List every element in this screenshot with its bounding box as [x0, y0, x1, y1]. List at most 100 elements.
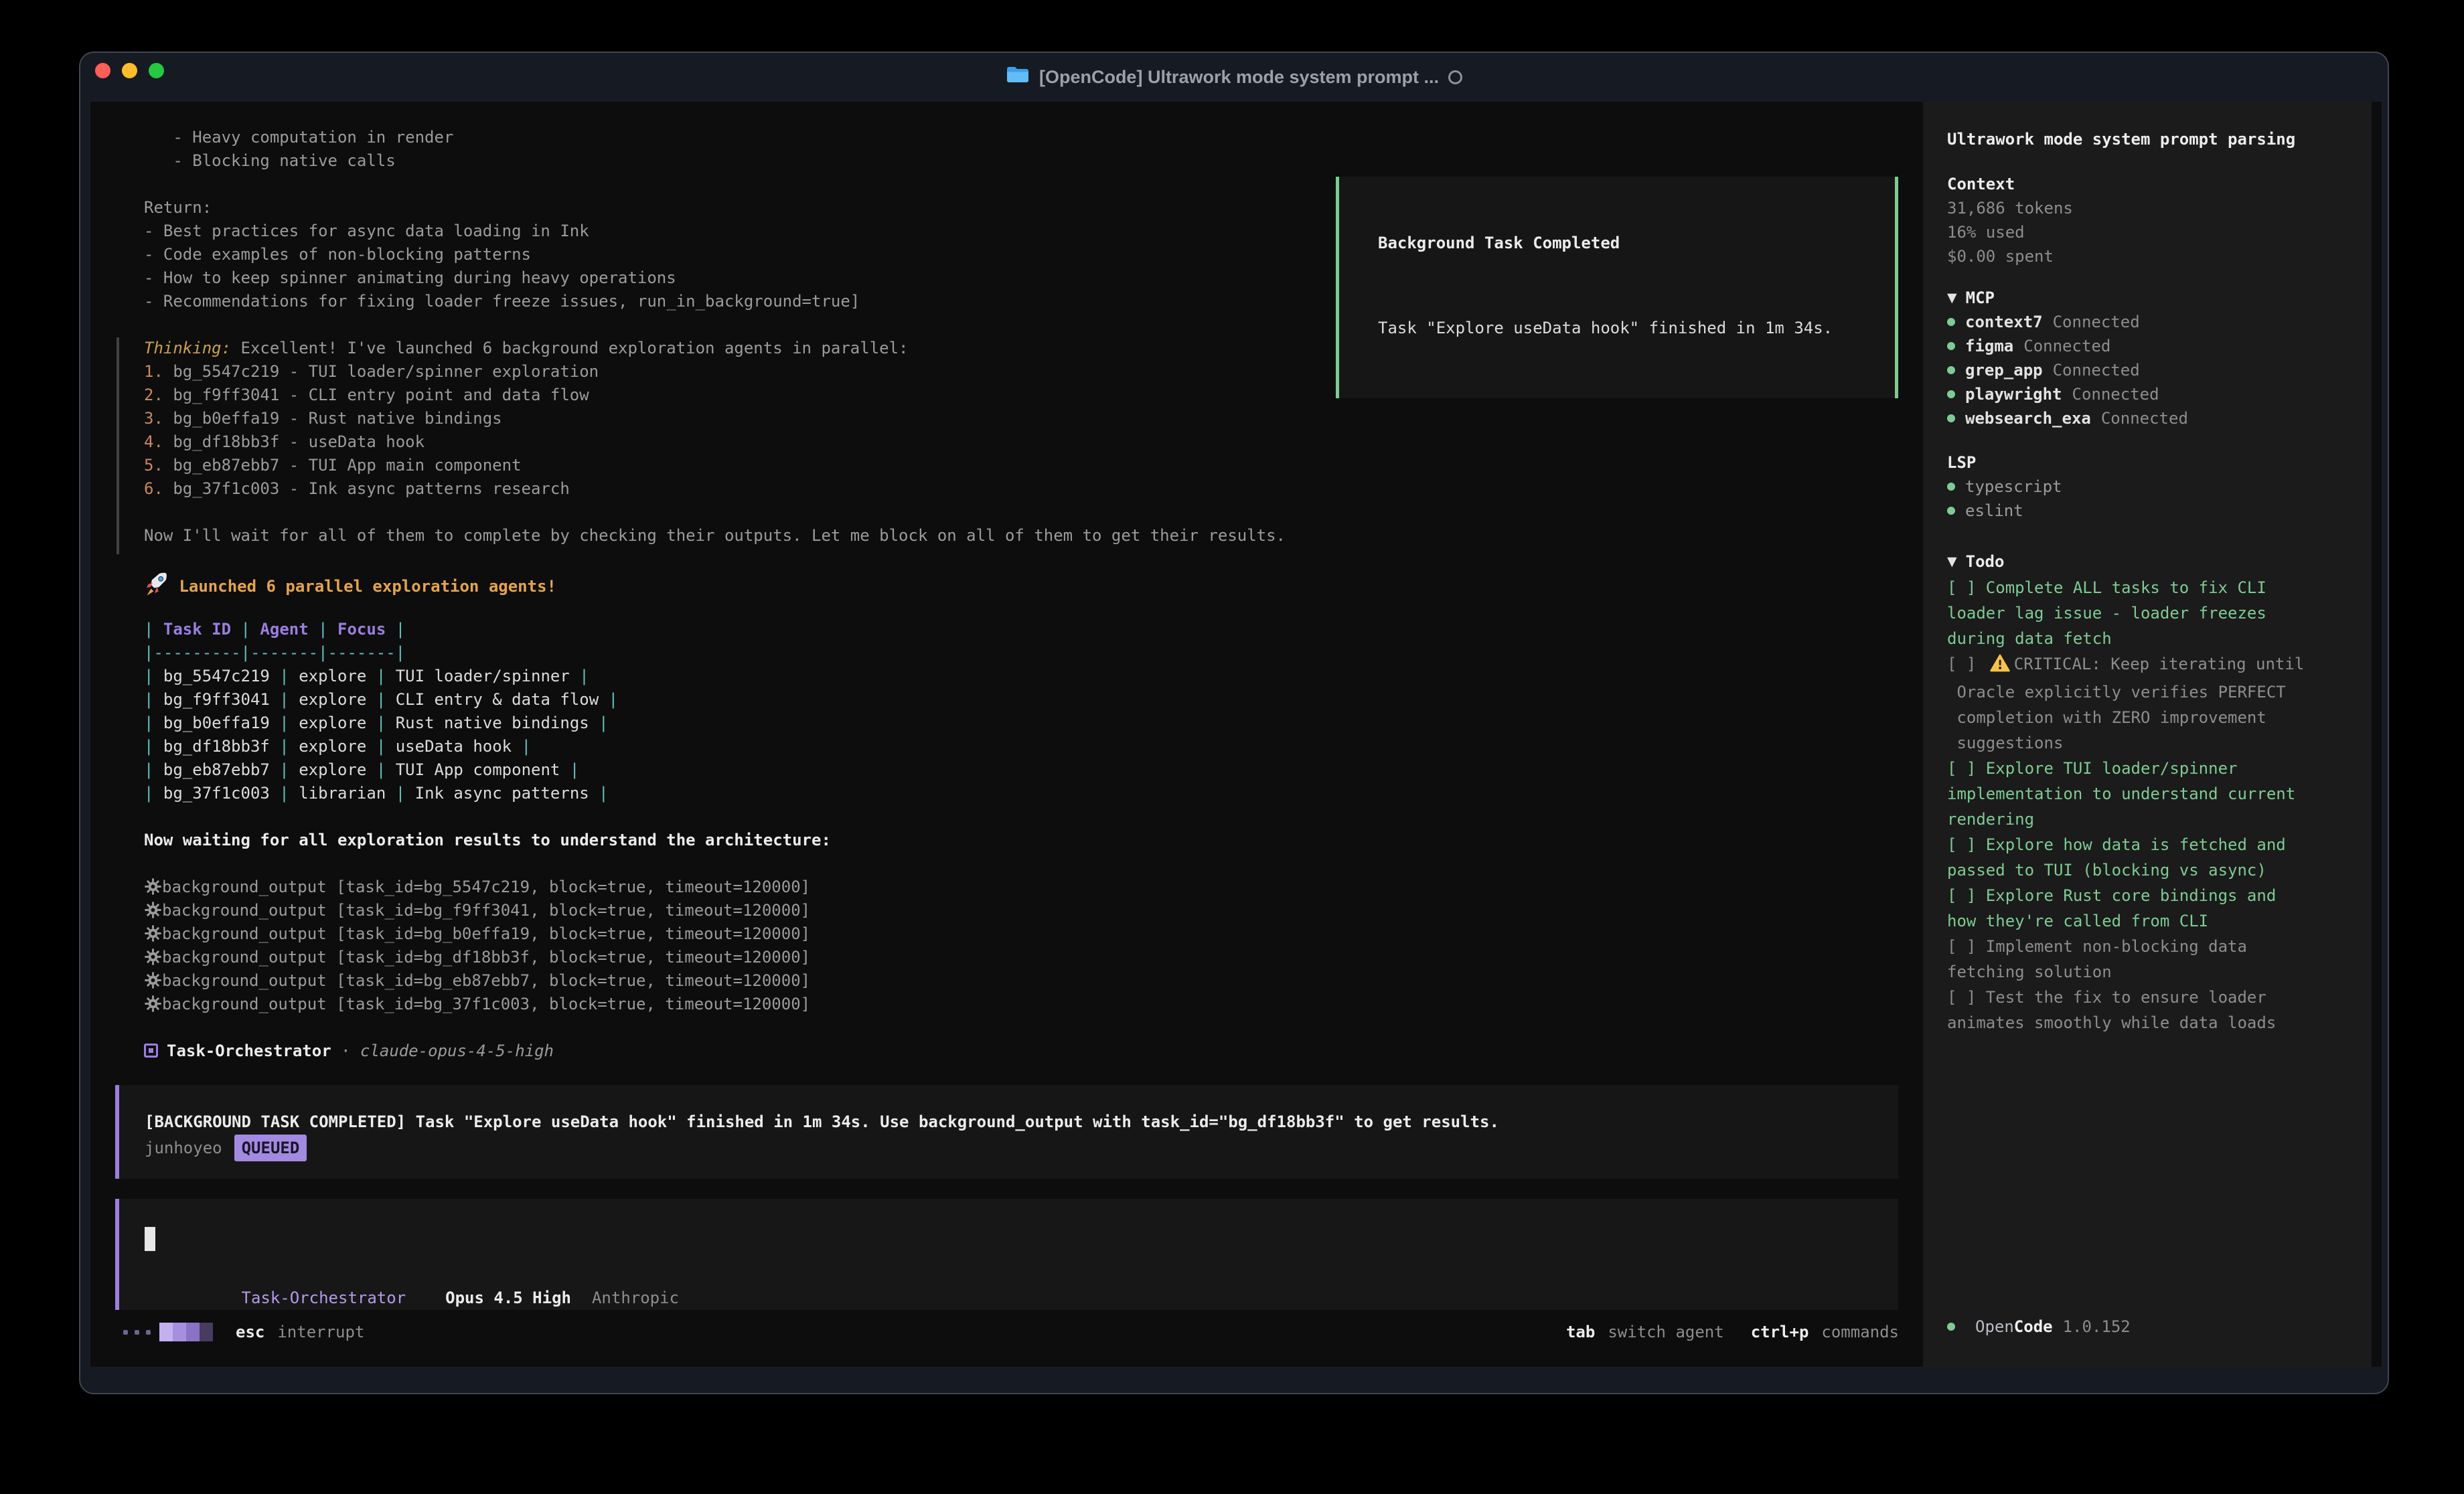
- status-dot-icon: [1947, 1323, 1955, 1331]
- text-segment: bg_df18bb3f: [163, 737, 270, 756]
- todo-line: during data fetch: [1947, 626, 2347, 651]
- warning-icon: [1990, 654, 2010, 679]
- terminal-line: 2. bg_f9ff3041 - CLI entry point and dat…: [144, 384, 589, 407]
- terminal-line: background_output [task_id=bg_37f1c003, …: [144, 993, 810, 1016]
- text-segment: 5.: [144, 456, 163, 475]
- connected-dot-icon: [1947, 507, 1955, 515]
- text-segment: |: [144, 714, 163, 732]
- text-segment: |: [270, 667, 299, 685]
- mcp-heading[interactable]: ▼MCP: [1947, 286, 2347, 310]
- text-segment: bg_5547c219 - TUI loader/spinner explora…: [163, 362, 599, 381]
- esc-key-hint: esc: [236, 1323, 264, 1341]
- text-segment: TUI loader/spinner: [396, 667, 570, 685]
- text-segment: - Code examples of non-blocking patterns: [144, 245, 531, 264]
- minimize-button[interactable]: [122, 63, 137, 78]
- text-segment: |: [309, 620, 337, 639]
- text-segment: background_output [task_id=bg_eb87ebb7, …: [162, 971, 810, 990]
- text-segment: Task ID: [163, 620, 231, 639]
- app-version: 1.0.152: [2063, 1317, 2131, 1336]
- lsp-name: eslint: [1965, 499, 2023, 523]
- brand-open: Open: [1975, 1317, 2014, 1336]
- close-button[interactable]: [95, 63, 110, 78]
- context-stat: 31,686 tokens: [1947, 196, 2347, 220]
- spinner-block: [173, 1323, 186, 1341]
- terminal-pane: - Heavy computation in render - Blocking…: [90, 102, 1923, 1367]
- app-window: [OpenCode] Ultrawork mode system prompt …: [79, 52, 2389, 1394]
- text-segment: bg_37f1c003 - Ink async patterns researc…: [163, 479, 570, 498]
- todo-line: rendering: [1947, 807, 2347, 832]
- text-segment: |: [599, 690, 618, 709]
- text-segment: - Heavy computation in render: [144, 128, 453, 147]
- chevron-down-icon: ▼: [1947, 550, 1957, 574]
- terminal-line: | bg_eb87ebb7 | explore | TUI App compon…: [144, 758, 579, 782]
- mcp-item: playwrightConnected: [1947, 382, 2347, 406]
- connected-dot-icon: [1947, 318, 1955, 326]
- todo-heading[interactable]: ▼Todo: [1947, 550, 2347, 574]
- background-task-toast: Background Task Completed Task "Explore …: [1336, 177, 1898, 398]
- todo-section: ▼Todo [ ] Complete ALL tasks to fix CLIl…: [1947, 550, 2347, 1035]
- lsp-items: typescripteslint: [1947, 475, 2347, 523]
- status-left: esc interrupt: [123, 1313, 364, 1351]
- text-segment: 2.: [144, 386, 163, 404]
- terminal-line: - Best practices for async data loading …: [144, 220, 589, 243]
- text-segment: 3.: [144, 409, 163, 428]
- todo-line: [ ] Complete ALL tasks to fix CLI: [1947, 575, 2347, 600]
- context-stat: $0.00 spent: [1947, 244, 2347, 268]
- terminal-line: - Code examples of non-blocking patterns: [144, 243, 531, 266]
- lsp-section: LSP typescripteslint: [1947, 450, 2347, 523]
- thinking-block-bar: [117, 337, 119, 554]
- tab-key-label: switch agent: [1608, 1323, 1723, 1341]
- text-segment: explore: [299, 760, 366, 779]
- terminal-line: 1. bg_5547c219 - TUI loader/spinner expl…: [144, 360, 599, 384]
- text-segment: |: [270, 737, 299, 756]
- mcp-status: Connected: [2023, 334, 2110, 358]
- text-segment: |: [570, 667, 589, 685]
- context-stat: 16% used: [1947, 220, 2347, 244]
- toast-body: Task "Explore useData hook" finished in …: [1378, 317, 1895, 340]
- text-segment: Ink async patterns: [415, 784, 589, 803]
- text-segment: background_output [task_id=bg_b0effa19, …: [162, 924, 810, 943]
- text-segment: explore: [299, 690, 366, 709]
- text-segment: |: [270, 760, 299, 779]
- text-segment: 4.: [144, 432, 163, 451]
- text-segment: bg_eb87ebb7: [163, 760, 270, 779]
- todo-line: [ ] Implement non-blocking data: [1947, 934, 2347, 959]
- terminal-line: Launched 6 parallel exploration agents!: [144, 571, 556, 594]
- terminal-line: | bg_37f1c003 | librarian | Ink async pa…: [144, 782, 609, 805]
- terminal-line: | bg_b0effa19 | explore | Rust native bi…: [144, 712, 609, 735]
- text-segment: Now I'll wait for all of them to complet…: [144, 526, 1286, 545]
- zoom-button[interactable]: [149, 63, 164, 78]
- terminal-line: 5. bg_eb87ebb7 - TUI App main component: [144, 454, 522, 477]
- terminal-line: 6. bg_37f1c003 - Ink async patterns rese…: [144, 477, 570, 501]
- todo-line: [ ] CRITICAL: Keep iterating until: [1947, 651, 2347, 679]
- ctrlp-key-hint: ctrl+p: [1751, 1323, 1809, 1341]
- mcp-item: figmaConnected: [1947, 334, 2347, 358]
- terminal-line: 3. bg_b0effa19 - Rust native bindings: [144, 407, 502, 430]
- toast-title: Background Task Completed: [1378, 232, 1895, 255]
- mcp-item: websearch_exaConnected: [1947, 406, 2347, 430]
- text-segment: |: [144, 667, 163, 685]
- todo-line: loader lag issue - loader freezes: [1947, 600, 2347, 626]
- lsp-name: typescript: [1965, 475, 2062, 499]
- text-segment: bg_df18bb3f - useData hook: [163, 432, 425, 451]
- text-segment: 6.: [144, 479, 163, 498]
- queued-message-text: [BACKGROUND TASK COMPLETED] Task "Explor…: [145, 1109, 1898, 1135]
- terminal-line: 4. bg_df18bb3f - useData hook: [144, 430, 425, 454]
- text-segment: background_output [task_id=bg_5547c219, …: [162, 878, 810, 896]
- ctrlp-key-label: commands: [1821, 1323, 1899, 1341]
- todo-line: implementation to understand current: [1947, 781, 2347, 807]
- title-bar[interactable]: [OpenCode] Ultrawork mode system prompt …: [80, 53, 2388, 102]
- terminal-line: background_output [task_id=bg_b0effa19, …: [144, 922, 810, 946]
- mcp-status: Connected: [2053, 310, 2140, 334]
- window-title-group: [OpenCode] Ultrawork mode system prompt …: [1006, 66, 1462, 89]
- prompt-input[interactable]: Task-OrchestratorOpus 4.5 HighAnthropic: [115, 1199, 1898, 1310]
- todo-line: completion with ZERO improvement: [1947, 705, 2347, 730]
- terminal-line: background_output [task_id=bg_eb87ebb7, …: [144, 969, 810, 993]
- connected-dot-icon: [1947, 366, 1955, 374]
- text-segment: TUI App component: [396, 760, 560, 779]
- text-segment: bg_b0effa19 - Rust native bindings: [163, 409, 502, 428]
- terminal-line: Task-Orchestrator · claude-opus-4-5-high: [144, 1040, 554, 1063]
- mcp-name: websearch_exa: [1965, 406, 2091, 430]
- text-segment: |: [366, 737, 395, 756]
- mcp-section: ▼MCP context7ConnectedfigmaConnectedgrep…: [1947, 286, 2347, 430]
